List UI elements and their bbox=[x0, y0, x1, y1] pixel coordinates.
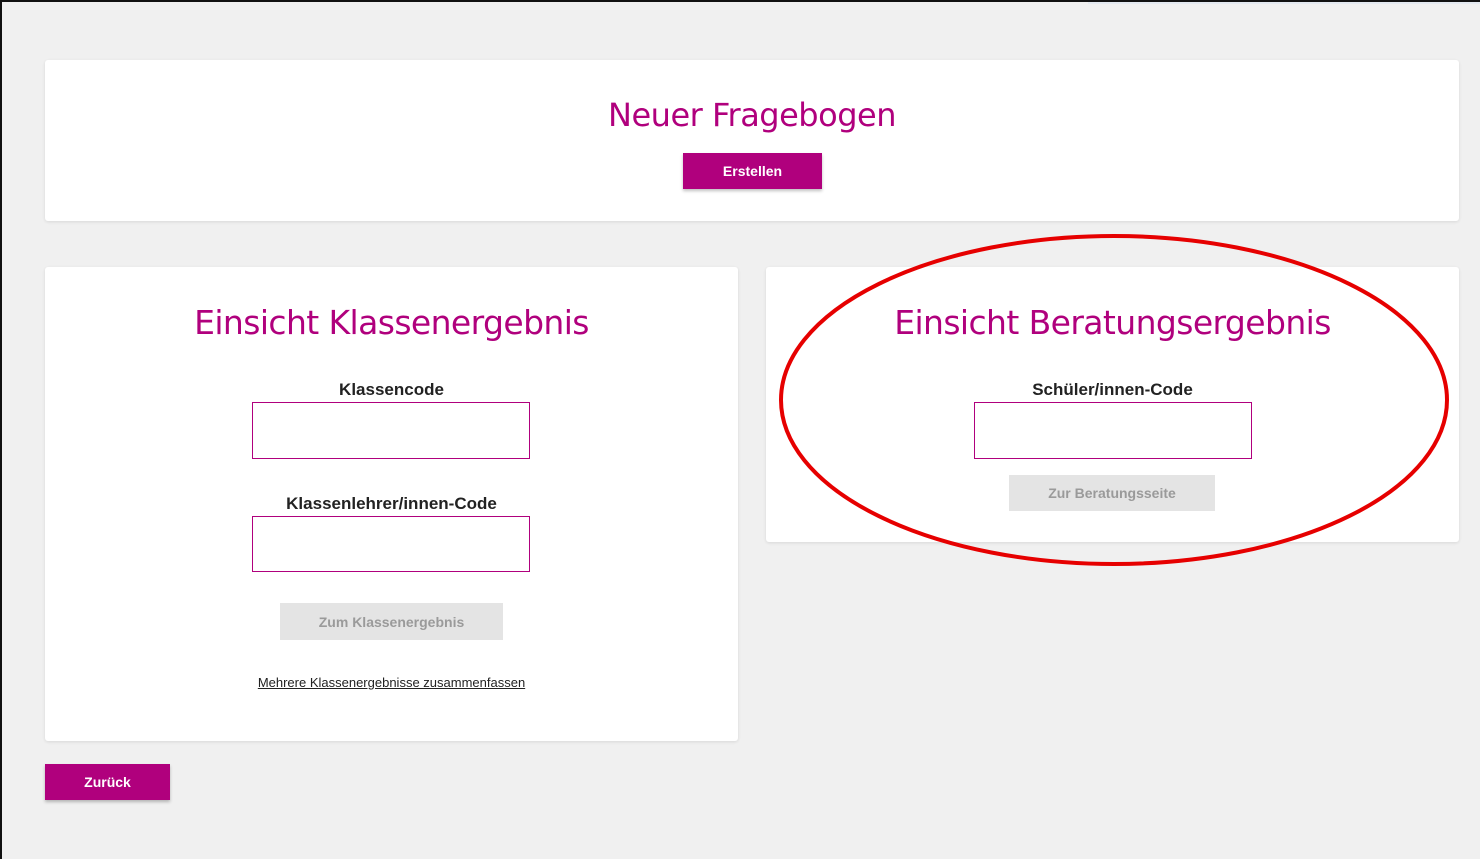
create-button[interactable]: Erstellen bbox=[683, 153, 822, 189]
counseling-result-title: Einsicht Beratungsergebnis bbox=[894, 303, 1331, 342]
merge-class-results-link[interactable]: Mehrere Klassenergebnisse zusammenfassen bbox=[45, 675, 738, 690]
class-result-button[interactable]: Zum Klassenergebnis bbox=[280, 603, 503, 640]
class-code-label: Klassencode bbox=[339, 380, 444, 399]
teacher-code-label: Klassenlehrer/innen-Code bbox=[286, 494, 497, 513]
counseling-page-button[interactable]: Zur Beratungsseite bbox=[1009, 475, 1215, 511]
top-edge-bar bbox=[1088, 0, 1480, 4]
teacher-code-input[interactable] bbox=[252, 516, 530, 572]
counseling-result-card: Einsicht Beratungsergebnis Schüler/innen… bbox=[766, 267, 1459, 542]
back-button[interactable]: Zurück bbox=[45, 764, 170, 800]
student-code-label: Schüler/innen-Code bbox=[1032, 380, 1193, 399]
class-result-title: Einsicht Klassenergebnis bbox=[194, 303, 589, 342]
student-code-input[interactable] bbox=[974, 402, 1252, 459]
class-code-input[interactable] bbox=[252, 402, 530, 459]
class-result-card: Einsicht Klassenergebnis Klassencode Kla… bbox=[45, 267, 738, 741]
new-questionnaire-card: Neuer Fragebogen Erstellen bbox=[45, 60, 1459, 221]
new-questionnaire-title: Neuer Fragebogen bbox=[608, 96, 896, 134]
